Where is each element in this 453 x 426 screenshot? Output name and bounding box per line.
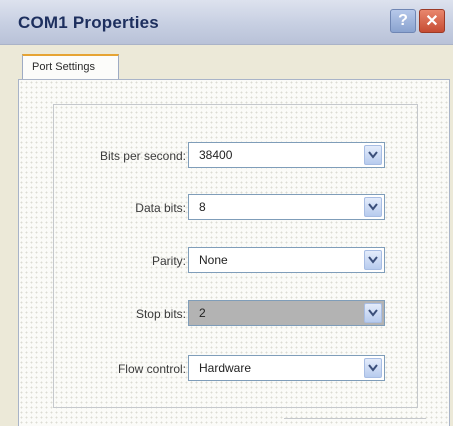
flow-control-select[interactable]: Hardware xyxy=(188,355,385,381)
title-bar[interactable]: COM1 Properties ? ✕ xyxy=(0,0,453,45)
chevron-down-icon[interactable] xyxy=(364,250,382,270)
parity-value: None xyxy=(199,253,228,267)
bits-per-second-select[interactable]: 38400 xyxy=(188,142,385,168)
restore-defaults-button-edge xyxy=(284,418,426,426)
stop-bits-label: Stop bits: xyxy=(135,307,186,321)
close-icon: ✕ xyxy=(425,13,439,30)
chevron-down-icon[interactable] xyxy=(364,197,382,217)
com1-properties-dialog: COM1 Properties ? ✕ Port Settings Bits p… xyxy=(0,0,453,426)
data-bits-select[interactable]: 8 xyxy=(188,194,385,220)
parity-select[interactable]: None xyxy=(188,247,385,273)
data-bits-label: Data bits: xyxy=(135,201,186,215)
flow-control-label: Flow control: xyxy=(117,362,186,376)
flow-control-value: Hardware xyxy=(199,361,252,375)
stop-bits-value: 2 xyxy=(199,306,206,320)
data-bits-value: 8 xyxy=(199,200,206,214)
window-title: COM1 Properties xyxy=(18,13,159,32)
chevron-down-icon[interactable] xyxy=(364,358,382,378)
tab-label: Port Settings xyxy=(32,61,95,73)
chevron-down-icon[interactable] xyxy=(364,303,382,323)
bits-per-second-value: 38400 xyxy=(199,148,233,162)
chevron-down-icon[interactable] xyxy=(364,145,382,165)
help-button[interactable]: ? xyxy=(390,9,416,33)
parity-label: Parity: xyxy=(151,254,186,268)
stop-bits-select[interactable]: 2 xyxy=(188,300,385,326)
bits-per-second-label: Bits per second: xyxy=(99,149,186,163)
tab-port-settings[interactable]: Port Settings xyxy=(22,54,119,80)
close-button[interactable]: ✕ xyxy=(419,9,445,33)
help-icon: ? xyxy=(398,12,408,29)
